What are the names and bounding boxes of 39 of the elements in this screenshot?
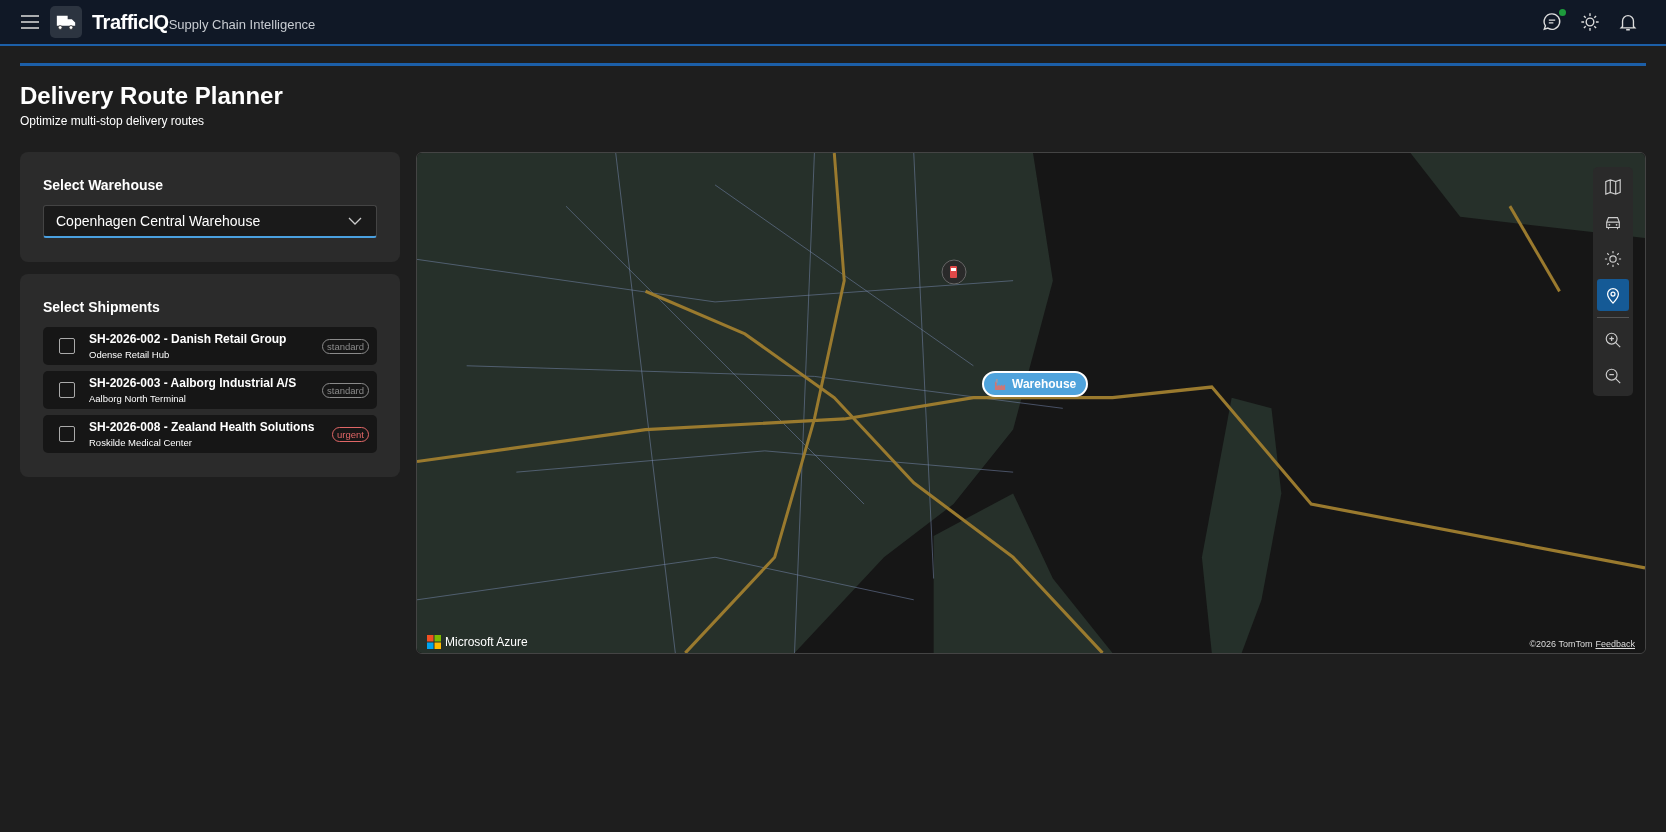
shipment-title: SH-2026-003 - Aalborg Industrial A/S [89,376,298,390]
shipment-title: SH-2026-002 - Danish Retail Group [89,332,288,346]
brand-tagline: Supply Chain Intelligence [168,17,316,32]
map-panel[interactable]: Warehouse Microsoft Azure ©2026 TomTom Feedback [416,152,1646,654]
pin-control-button[interactable] [1597,279,1629,311]
brand-name: TrafficIQ [92,10,169,34]
shipments-label: Select Shipments [43,299,161,315]
shipment-item[interactable]: SH-2026-008 - Zealand Health Solutions Roskilde Medical Center urgent [43,415,377,453]
menu-icon[interactable] [20,14,40,30]
shipment-destination: Roskilde Medical Center [89,437,193,448]
zoom-in-icon [1604,331,1622,349]
truck-icon [50,6,82,38]
windows-logo-icon [427,635,441,649]
fuel-station-icon[interactable] [941,259,967,285]
map-copyright: ©2026 TomTom [1529,639,1593,649]
checkbox[interactable] [59,426,75,442]
feedback-link[interactable]: Feedback [1595,639,1635,649]
location-pin-icon [1604,286,1622,304]
shipment-destination: Aalborg North Terminal [89,393,187,404]
factory-icon [994,377,1007,391]
car-icon [1604,214,1622,232]
checkbox[interactable] [59,338,75,354]
map-provider-logo: Microsoft Azure [445,635,528,649]
zoom-out-icon [1604,367,1622,385]
shipment-title: SH-2026-008 - Zealand Health Solutions [89,420,316,434]
page-title: Delivery Route Planner [20,82,284,110]
sun-icon[interactable] [1580,12,1600,32]
bell-icon[interactable] [1618,12,1638,32]
shipment-item[interactable]: SH-2026-002 - Danish Retail Group Odense Retail Hub standard [43,327,377,365]
shipment-item[interactable]: SH-2026-003 - Aalborg Industrial A/S Aalborg North Terminal standard [43,371,377,409]
chevron-down-icon [348,217,362,225]
warehouse-label: Select Warehouse [43,177,165,193]
map-icon [1604,178,1622,196]
checkbox[interactable] [59,382,75,398]
warehouse-dropdown[interactable]: Copenhagen Central Warehouse [43,205,377,238]
chat-icon[interactable] [1542,12,1562,32]
sun-icon [1604,250,1622,268]
page-subtitle: Optimize multi-stop delivery routes [20,114,206,128]
shipment-destination: Odense Retail Hub [89,349,171,360]
